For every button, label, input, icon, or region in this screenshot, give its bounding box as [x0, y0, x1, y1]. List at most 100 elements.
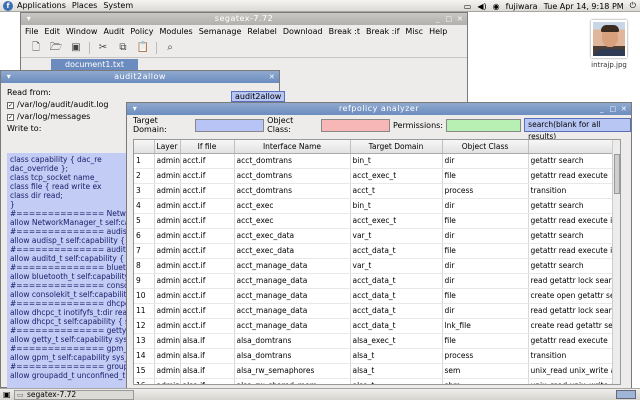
- table-cell: admin: [154, 183, 181, 199]
- table-cell: read getattr lock searc: [528, 303, 615, 319]
- table-row[interactable]: 7 admin acct.if acct_exec_data acct_data_t fi…: [134, 243, 615, 259]
- show-desktop-icon[interactable]: ▣: [3, 390, 11, 399]
- search-button[interactable]: search(blank for all results): [524, 118, 632, 141]
- window-icon: ▭: [17, 391, 24, 399]
- messages-checkbox[interactable]: ✓: [7, 113, 14, 121]
- close-icon[interactable]: ✕: [267, 72, 277, 82]
- table-cell: admin: [154, 213, 181, 229]
- table-cell: getattr read execute io: [528, 243, 615, 259]
- close-icon[interactable]: ✕: [455, 14, 465, 24]
- menu-policy[interactable]: Policy: [130, 27, 153, 36]
- table-row[interactable]: 3 admin acct.if acct_domtrans acct_t process t…: [134, 183, 615, 199]
- table-cell: acct_domtrans: [234, 168, 351, 184]
- window-menu-icon[interactable]: ▾: [130, 104, 140, 114]
- workspace-switcher[interactable]: [616, 390, 636, 399]
- vertical-scrollbar[interactable]: [612, 140, 620, 384]
- network-icon[interactable]: ▭: [464, 2, 472, 11]
- menu-break-if[interactable]: Break :if: [366, 27, 399, 36]
- menu-applications[interactable]: Applications: [17, 1, 66, 10]
- refpolicy-analyzer-window: ▾ refpolicy analyzer _ □ ✕ Target Domain…: [126, 102, 632, 390]
- copy-icon[interactable]: ⧉: [116, 41, 130, 55]
- results-table-container[interactable]: Layer If file Interface Name Target Domain O…: [133, 139, 621, 385]
- paste-icon[interactable]: 📋: [136, 41, 150, 55]
- audit2allow-button[interactable]: audit2allow: [231, 91, 286, 102]
- audit2allow-titlebar[interactable]: ▾ audit2allow ✕: [1, 71, 279, 83]
- close-icon[interactable]: ✕: [619, 104, 629, 114]
- table-cell: acct_t: [350, 183, 443, 199]
- menu-file[interactable]: File: [25, 27, 38, 36]
- volume-icon[interactable]: ◀): [477, 2, 486, 11]
- table-row[interactable]: 14 admin alsa.if alsa_domtrans alsa_t process…: [134, 348, 615, 364]
- permissions-input[interactable]: [446, 118, 522, 132]
- table-cell: acct.if: [180, 288, 235, 304]
- table-row[interactable]: 13 admin alsa.if alsa_domtrans alsa_exec_t fi…: [134, 333, 615, 349]
- window-menu-icon[interactable]: ▾: [4, 72, 14, 82]
- column-header[interactable]: Interface Name: [234, 140, 351, 154]
- table-cell: acct_domtrans: [234, 183, 351, 199]
- window-menu-icon[interactable]: ▾: [24, 14, 34, 24]
- menu-semanage[interactable]: Semanage: [199, 27, 242, 36]
- user-name[interactable]: fujiwara: [506, 2, 538, 11]
- tab-document1[interactable]: document1.txt: [51, 59, 139, 70]
- column-header[interactable]: [528, 140, 615, 154]
- menu-help[interactable]: Help: [429, 27, 447, 36]
- table-row[interactable]: 4 admin acct.if acct_exec bin_t dir getattr se…: [134, 198, 615, 214]
- table-cell: admin: [154, 318, 181, 334]
- cut-icon[interactable]: ✂: [96, 41, 110, 55]
- segatex-titlebar[interactable]: ▾ segatex-7.72 _ □ ✕: [21, 13, 467, 25]
- table-header-row: Layer If file Interface Name Target Domain O…: [134, 140, 615, 154]
- menu-modules[interactable]: Modules: [159, 27, 192, 36]
- audit-log-checkbox[interactable]: ✓: [7, 101, 14, 109]
- menu-audit[interactable]: Audit: [103, 27, 124, 36]
- menu-window[interactable]: Window: [66, 27, 98, 36]
- table-row[interactable]: 6 admin acct.if acct_exec_data var_t dir getat…: [134, 228, 615, 244]
- desktop-icon-photo[interactable]: intrajp.jpg: [584, 20, 634, 69]
- menu-download[interactable]: Download: [283, 27, 323, 36]
- column-header[interactable]: Target Domain: [350, 140, 443, 154]
- column-header[interactable]: Layer: [154, 140, 181, 154]
- save-icon[interactable]: ▣: [69, 41, 83, 55]
- table-row[interactable]: 12 admin acct.if acct_manage_data acct_data_…: [134, 318, 615, 334]
- menu-break-t[interactable]: Break :t: [329, 27, 360, 36]
- table-row[interactable]: 1 admin acct.if acct_domtrans bin_t dir getatt…: [134, 153, 615, 169]
- table-row[interactable]: 16adminalsa.ifalsa_rw_shared_memalsa_tsh…: [134, 378, 615, 384]
- object-class-input[interactable]: [320, 118, 390, 132]
- target-domain-input[interactable]: [194, 118, 265, 132]
- menu-system[interactable]: System: [103, 1, 133, 10]
- find-icon[interactable]: ⌕: [163, 41, 177, 55]
- table-row[interactable]: 2 admin acct.if acct_domtrans acct_exec_t fil…: [134, 168, 615, 184]
- table-cell: acct_manage_data: [234, 273, 351, 289]
- table-row[interactable]: 10 admin acct.if acct_manage_data acct_data_…: [134, 288, 615, 304]
- maximize-icon[interactable]: □: [444, 14, 454, 24]
- maximize-icon[interactable]: □: [608, 104, 618, 114]
- table-cell: alsa_domtrans: [234, 348, 351, 364]
- analyzer-titlebar[interactable]: ▾ refpolicy analyzer _ □ ✕: [127, 103, 631, 115]
- taskbar-item-segatex[interactable]: ▭ segatex-7.72: [14, 390, 134, 400]
- column-header[interactable]: If file: [180, 140, 235, 154]
- table-cell: dir: [442, 228, 529, 244]
- menu-relabel[interactable]: Relabel: [247, 27, 276, 36]
- new-file-icon[interactable]: 🗋: [29, 41, 43, 55]
- table-cell: create open getattr se: [528, 288, 615, 304]
- scrollbar-thumb[interactable]: [614, 154, 620, 194]
- fedora-logo-icon[interactable]: f: [3, 0, 13, 11]
- table-row[interactable]: 5 admin acct.if acct_exec acct_exec_t file get…: [134, 213, 615, 229]
- column-header[interactable]: [134, 140, 155, 154]
- table-cell: dir: [442, 153, 529, 169]
- table-body: 1 admin acct.if acct_domtrans bin_t dir getatt…: [134, 153, 615, 384]
- table-cell: dir: [442, 198, 529, 214]
- minimize-icon[interactable]: _: [433, 14, 443, 24]
- menu-places[interactable]: Places: [72, 1, 97, 10]
- column-header[interactable]: Object Class: [442, 140, 529, 154]
- shutdown-icon[interactable]: ⏻: [630, 1, 636, 11]
- table-cell: acct_exec_data: [234, 243, 351, 259]
- minimize-icon[interactable]: _: [597, 104, 607, 114]
- clock[interactable]: Tue Apr 14, 9:18 PM: [544, 2, 624, 11]
- table-row[interactable]: 9 admin acct.if acct_manage_data acct_data_t…: [134, 273, 615, 289]
- table-row[interactable]: 15 admin alsa.if alsa_rw_semaphores alsa_t se…: [134, 363, 615, 379]
- menu-edit[interactable]: Edit: [44, 27, 60, 36]
- open-folder-icon[interactable]: 🗁: [49, 41, 63, 55]
- menu-misc[interactable]: Misc: [405, 27, 423, 36]
- table-row[interactable]: 8 admin acct.if acct_manage_data var_t dir get…: [134, 258, 615, 274]
- table-row[interactable]: 11 admin acct.if acct_manage_data acct_data_…: [134, 303, 615, 319]
